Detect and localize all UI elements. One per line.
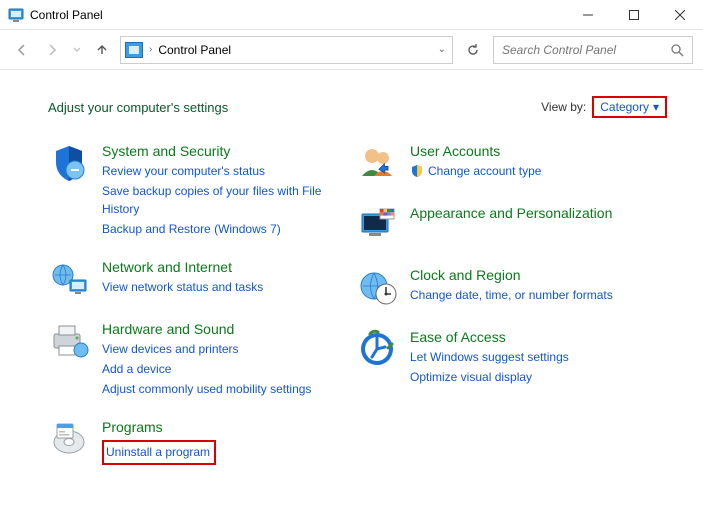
view-by-label: View by: [541, 100, 586, 114]
view-by-selector[interactable]: Category ▾ [592, 96, 667, 118]
link-devices-printers[interactable]: View devices and printers [102, 340, 311, 358]
category-title[interactable]: System and Security [102, 142, 328, 160]
back-button[interactable] [10, 38, 34, 62]
category-programs: Programs Uninstall a program [48, 418, 328, 464]
address-bar[interactable]: › Control Panel ⌄ [120, 36, 453, 64]
search-icon[interactable] [670, 43, 684, 57]
minimize-button[interactable] [565, 0, 611, 30]
content-area: Adjust your computer's settings View by:… [0, 70, 703, 465]
category-title[interactable]: Ease of Access [410, 328, 569, 346]
printer-icon [48, 320, 90, 362]
refresh-button[interactable] [459, 36, 487, 64]
link-suggest-settings[interactable]: Let Windows suggest settings [410, 348, 569, 366]
programs-icon [48, 418, 90, 460]
highlight-uninstall: Uninstall a program [102, 440, 216, 465]
user-accounts-icon [356, 142, 398, 184]
left-column: System and Security Review your computer… [48, 142, 328, 465]
category-user-accounts: User Accounts Change account type [356, 142, 616, 184]
control-panel-icon [8, 7, 24, 23]
category-clock-region: Clock and Region Change date, time, or n… [356, 266, 616, 308]
search-input[interactable] [502, 43, 670, 57]
title-bar: Control Panel [0, 0, 703, 30]
chevron-down-icon: ▾ [653, 100, 659, 114]
search-box[interactable] [493, 36, 693, 64]
category-title[interactable]: Appearance and Personalization [410, 204, 612, 222]
up-button[interactable] [90, 38, 114, 62]
appearance-icon [356, 204, 398, 246]
link-file-history[interactable]: Save backup copies of your files with Fi… [102, 182, 328, 218]
right-column: User Accounts Change account type [356, 142, 616, 465]
category-title[interactable]: Network and Internet [102, 258, 263, 276]
category-title[interactable]: Hardware and Sound [102, 320, 311, 338]
forward-button[interactable] [40, 38, 64, 62]
breadcrumb-text[interactable]: Control Panel [158, 43, 231, 57]
clock-icon [356, 266, 398, 308]
category-ease-of-access: Ease of Access Let Windows suggest setti… [356, 328, 616, 386]
category-title[interactable]: Programs [102, 418, 216, 436]
control-panel-crumb-icon [125, 42, 143, 58]
page-heading: Adjust your computer's settings [48, 100, 228, 115]
nav-bar: › Control Panel ⌄ [0, 30, 703, 70]
link-uninstall-program[interactable]: Uninstall a program [106, 445, 210, 459]
maximize-button[interactable] [611, 0, 657, 30]
link-network-status[interactable]: View network status and tasks [102, 278, 263, 296]
link-change-account-type[interactable]: Change account type [428, 162, 541, 180]
breadcrumb-separator: › [149, 44, 152, 55]
window-title: Control Panel [30, 8, 103, 22]
category-hardware: Hardware and Sound View devices and prin… [48, 320, 328, 398]
close-button[interactable] [657, 0, 703, 30]
link-review-status[interactable]: Review your computer's status [102, 162, 328, 180]
category-appearance: Appearance and Personalization [356, 204, 616, 246]
shield-icon [48, 142, 90, 184]
category-system-security: System and Security Review your computer… [48, 142, 328, 238]
network-icon [48, 258, 90, 300]
link-change-formats[interactable]: Change date, time, or number formats [410, 286, 613, 304]
link-backup-restore[interactable]: Backup and Restore (Windows 7) [102, 220, 328, 238]
category-title[interactable]: User Accounts [410, 142, 541, 160]
link-optimize-display[interactable]: Optimize visual display [410, 368, 569, 386]
uac-shield-icon [410, 164, 424, 178]
link-add-device[interactable]: Add a device [102, 360, 311, 378]
recent-dropdown[interactable] [70, 38, 84, 62]
view-by-value: Category [600, 100, 649, 114]
link-mobility[interactable]: Adjust commonly used mobility settings [102, 380, 311, 398]
ease-of-access-icon [356, 328, 398, 370]
view-by: View by: Category ▾ [541, 96, 667, 118]
category-network: Network and Internet View network status… [48, 258, 328, 300]
category-title[interactable]: Clock and Region [410, 266, 613, 284]
address-dropdown-icon[interactable]: ⌄ [438, 44, 446, 55]
